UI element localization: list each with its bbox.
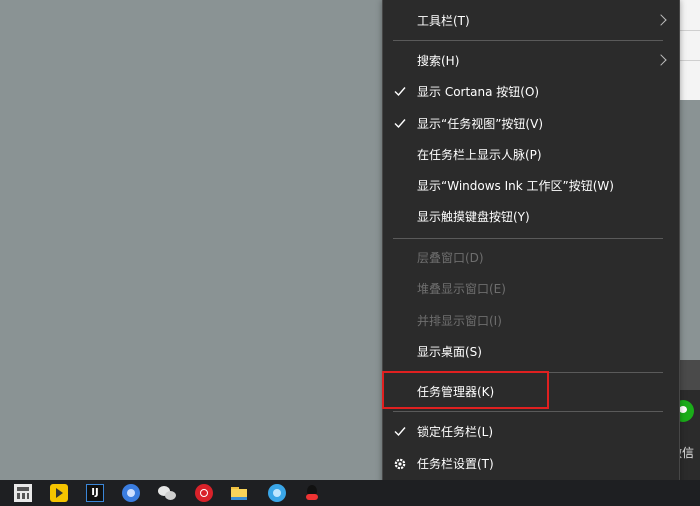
menu-item-cascade-windows: 层叠窗口(D) xyxy=(383,244,679,272)
menu-separator xyxy=(393,411,663,412)
chevron-right-icon xyxy=(655,54,667,66)
menu-item-label: 显示 Cortana 按钮(O) xyxy=(417,85,540,99)
menu-item-show-task-view[interactable]: 显示“任务视图”按钮(V) xyxy=(383,110,679,138)
menu-item-label: 显示“Windows Ink 工作区”按钮(W) xyxy=(417,179,614,193)
system-tray[interactable] xyxy=(650,483,678,503)
menu-item-lock-taskbar[interactable]: 锁定任务栏(L) xyxy=(383,418,679,446)
checkmark-icon xyxy=(394,427,406,437)
menu-item-stack-windows: 堆叠显示窗口(E) xyxy=(383,275,679,303)
menu-separator xyxy=(393,238,663,239)
menu-item-show-windows-ink[interactable]: 显示“Windows Ink 工作区”按钮(W) xyxy=(383,172,679,200)
menu-item-show-cortana[interactable]: 显示 Cortana 按钮(O) xyxy=(383,78,679,106)
menu-item-label: 工具栏(T) xyxy=(417,14,470,28)
file-explorer-icon[interactable] xyxy=(230,484,248,502)
menu-item-side-by-side-windows: 并排显示窗口(I) xyxy=(383,307,679,335)
menu-item-label: 显示触摸键盘按钮(Y) xyxy=(417,210,530,224)
calculator-icon[interactable] xyxy=(14,484,32,502)
menu-item-label: 堆叠显示窗口(E) xyxy=(417,282,506,296)
taskbar-context-menu: 工具栏(T) 搜索(H) 显示 Cortana 按钮(O) 显示“任务视图”按钮… xyxy=(382,0,680,489)
menu-item-label: 锁定任务栏(L) xyxy=(417,425,494,439)
menu-item-label: 层叠窗口(D) xyxy=(417,251,484,265)
menu-item-label: 显示桌面(S) xyxy=(417,345,482,359)
taskbar: IJ xyxy=(0,480,700,506)
menu-item-show-people[interactable]: 在任务栏上显示人脉(P) xyxy=(383,141,679,169)
menu-item-label: 搜索(H) xyxy=(417,54,460,68)
media-player-icon[interactable] xyxy=(50,484,68,502)
menu-item-label: 显示“任务视图”按钮(V) xyxy=(417,117,544,131)
annotation-highlight-box xyxy=(382,371,549,409)
browser-icon[interactable] xyxy=(122,484,140,502)
chat-bubble-icon[interactable] xyxy=(268,484,286,502)
netease-music-icon[interactable] xyxy=(195,484,213,502)
checkmark-icon xyxy=(394,87,406,97)
menu-item-search[interactable]: 搜索(H) xyxy=(383,47,679,75)
menu-item-label: 并排显示窗口(I) xyxy=(417,314,502,328)
menu-item-taskbar-settings[interactable]: 任务栏设置(T) xyxy=(383,450,679,478)
intellij-idea-icon[interactable]: IJ xyxy=(86,484,104,502)
menu-item-show-touch-keyboard[interactable]: 显示触摸键盘按钮(Y) xyxy=(383,203,679,231)
gear-icon xyxy=(394,458,406,470)
wechat-icon[interactable] xyxy=(158,484,178,502)
chevron-right-icon xyxy=(655,14,667,26)
menu-item-show-desktop[interactable]: 显示桌面(S) xyxy=(383,338,679,366)
menu-item-toolbars[interactable]: 工具栏(T) xyxy=(383,7,679,35)
qq-icon[interactable] xyxy=(303,484,321,502)
menu-separator xyxy=(393,40,663,41)
menu-item-label: 任务栏设置(T) xyxy=(417,457,494,471)
checkmark-icon xyxy=(394,119,406,129)
menu-item-label: 在任务栏上显示人脉(P) xyxy=(417,148,542,162)
